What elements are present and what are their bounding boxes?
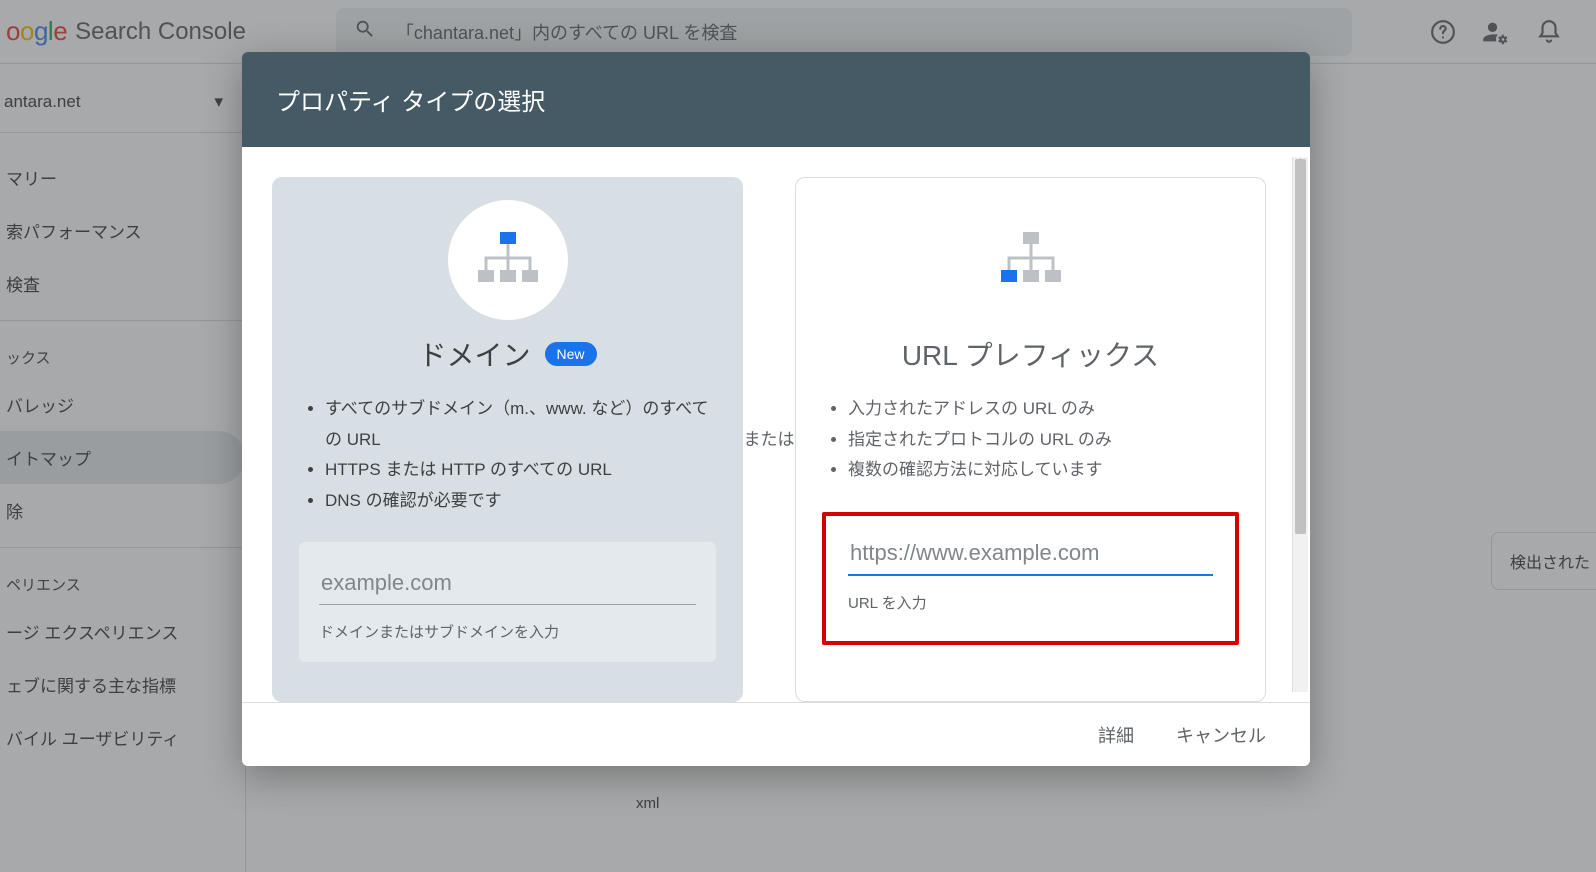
new-badge: New <box>545 342 597 366</box>
domain-icon-circle <box>448 200 568 320</box>
domain-input[interactable] <box>319 566 696 605</box>
sitemap-tree-icon <box>472 228 544 293</box>
property-type-dialog: プロパティ タイプの選択 ドメイ <box>242 52 1310 766</box>
domain-input-block: ドメインまたはサブドメインを入力 <box>299 542 716 662</box>
domain-input-helper: ドメインまたはサブドメインを入力 <box>319 621 696 642</box>
url-prefix-input-block-highlight: URL を入力 <box>822 512 1239 645</box>
url-prefix-card-title-row: URL プレフィックス <box>902 334 1159 374</box>
dialog-scrollbar[interactable]: ▲ <box>1292 157 1308 692</box>
dialog-title: プロパティ タイプの選択 <box>242 52 1310 147</box>
url-prefix-icon-circle <box>971 200 1091 320</box>
dialog-cards: ドメイン New すべてのサブドメイン（m.、www. など）のすべての URL… <box>242 147 1310 702</box>
dialog-actions: 詳細 キャンセル <box>242 702 1310 766</box>
domain-property-card[interactable]: ドメイン New すべてのサブドメイン（m.、www. など）のすべての URL… <box>272 177 743 702</box>
or-separator: または <box>743 177 795 702</box>
domain-bullet: HTTPS または HTTP のすべての URL <box>325 455 716 486</box>
url-prefix-card-title: URL プレフィックス <box>902 334 1159 374</box>
or-label: または <box>744 428 795 452</box>
learn-more-button[interactable]: 詳細 <box>1094 714 1138 756</box>
domain-card-title-row: ドメイン New <box>418 334 596 374</box>
domain-card-bullets: すべてのサブドメイン（m.、www. など）のすべての URL HTTPS また… <box>299 394 716 516</box>
dialog-body: ドメイン New すべてのサブドメイン（m.、www. など）のすべての URL… <box>242 147 1310 702</box>
url-prefix-card-bullets: 入力されたアドレスの URL のみ 指定されたプロトコルの URL のみ 複数の… <box>822 394 1239 486</box>
url-prefix-input[interactable] <box>848 536 1213 576</box>
sitemap-tree-partial-icon <box>995 228 1067 293</box>
url-prefix-input-helper: URL を入力 <box>848 592 1213 613</box>
url-prefix-bullet: 指定されたプロトコルの URL のみ <box>848 425 1239 456</box>
scrollbar-thumb[interactable] <box>1295 159 1306 534</box>
url-prefix-bullet: 複数の確認方法に対応しています <box>848 455 1239 486</box>
domain-bullet: DNS の確認が必要です <box>325 486 716 517</box>
url-prefix-bullet: 入力されたアドレスの URL のみ <box>848 394 1239 425</box>
domain-bullet: すべてのサブドメイン（m.、www. など）のすべての URL <box>325 394 716 455</box>
cancel-button[interactable]: キャンセル <box>1172 714 1270 756</box>
domain-card-title: ドメイン <box>418 334 530 374</box>
url-prefix-property-card[interactable]: URL プレフィックス 入力されたアドレスの URL のみ 指定されたプロトコル… <box>795 177 1266 702</box>
